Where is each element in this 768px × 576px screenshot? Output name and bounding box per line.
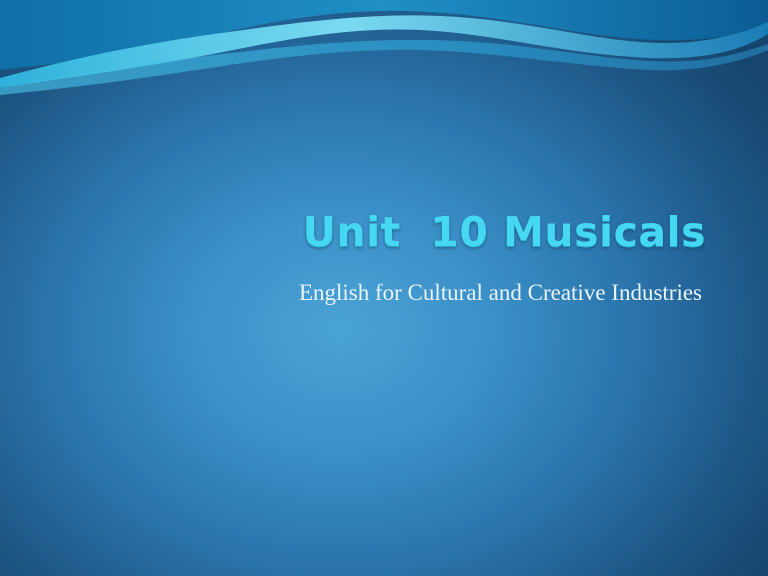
decorative-wave-band xyxy=(0,0,768,95)
presentation-slide: Unit 10 Musicals English for Cultural an… xyxy=(0,0,768,576)
slide-subtitle: English for Cultural and Creative Indust… xyxy=(298,280,702,305)
slide-title: Unit 10 Musicals xyxy=(302,208,706,256)
